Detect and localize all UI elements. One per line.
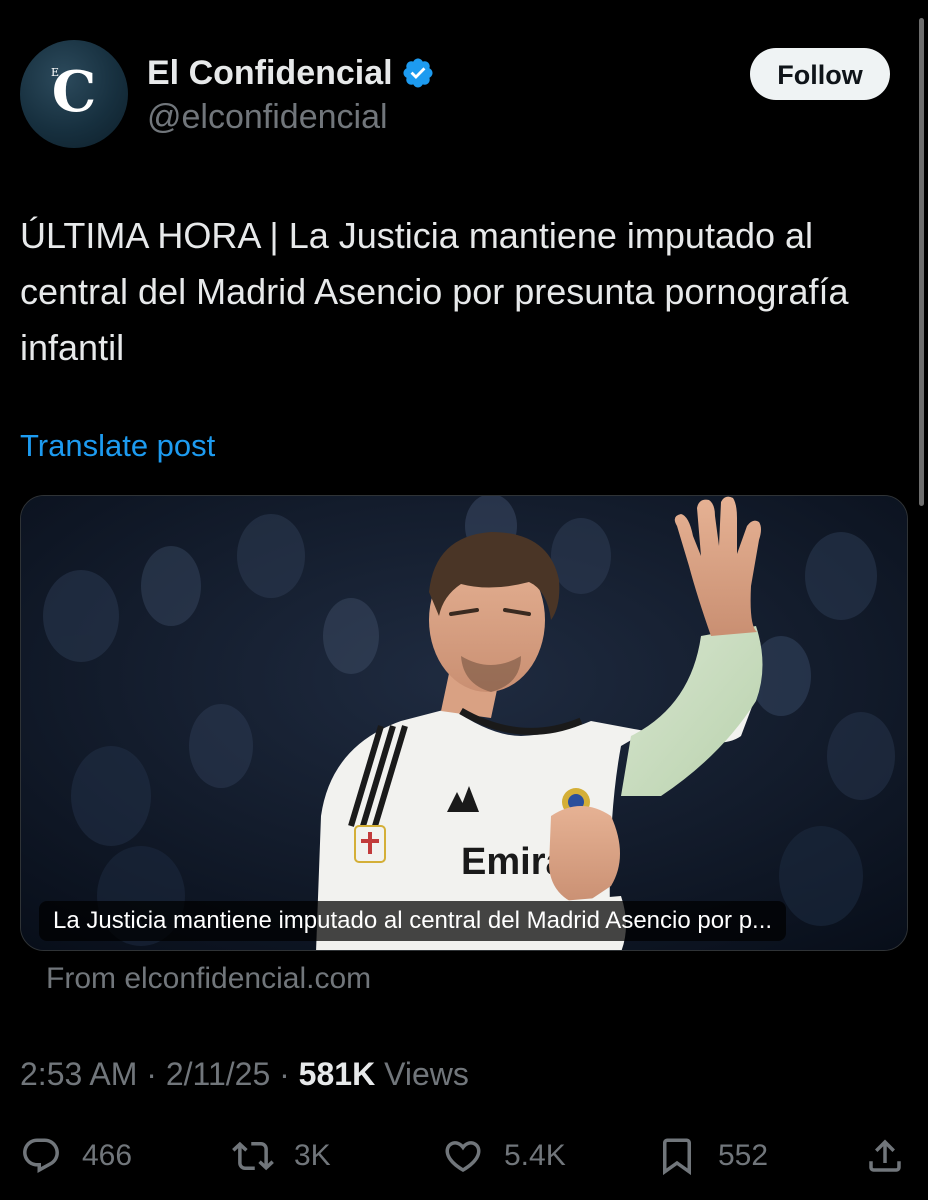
link-card[interactable]: Emira La Justicia mantiene imputado al c… xyxy=(20,495,908,951)
meta-separator: · xyxy=(146,1056,157,1092)
avatar-letter: C xyxy=(51,59,97,125)
share-icon xyxy=(869,1139,901,1172)
views-label: Views xyxy=(384,1056,469,1092)
reply-icon xyxy=(23,1138,59,1173)
card-source-domain[interactable]: From elconfidencial.com xyxy=(46,962,371,996)
views-count: 581K xyxy=(298,1056,376,1092)
card-image: Emira xyxy=(21,496,907,950)
display-name-row: El Confidencial xyxy=(147,52,435,94)
action-bar: 466 3K 5.4K 552 xyxy=(0,1128,928,1184)
post-header: E C El Confidencial @elconfidencial Foll… xyxy=(20,40,892,150)
display-name[interactable]: El Confidencial xyxy=(147,54,393,93)
avatar[interactable]: E C xyxy=(20,40,128,148)
handle[interactable]: @elconfidencial xyxy=(147,98,388,137)
repost-button[interactable]: 3K xyxy=(232,1128,331,1184)
post-time[interactable]: 2:53 AM xyxy=(20,1056,137,1092)
card-caption: La Justicia mantiene imputado al central… xyxy=(39,901,787,941)
like-count: 5.4K xyxy=(504,1139,566,1172)
bookmark-button[interactable]: 552 xyxy=(656,1128,768,1184)
translate-post-link[interactable]: Translate post xyxy=(20,428,215,464)
repost-icon xyxy=(232,1141,274,1171)
repost-count: 3K xyxy=(294,1139,331,1172)
post-meta: 2:53 AM · 2/11/25 · 581K Views xyxy=(20,1056,469,1093)
bookmark-count: 552 xyxy=(718,1139,769,1172)
post-text: ÚLTIMA HORA | La Justicia mantiene imput… xyxy=(20,215,849,368)
follow-button[interactable]: Follow xyxy=(750,48,890,100)
reply-button[interactable]: 466 xyxy=(20,1128,132,1184)
bookmark-icon xyxy=(663,1138,691,1176)
reply-count: 466 xyxy=(82,1139,133,1172)
meta-separator: · xyxy=(279,1056,290,1092)
verified-badge-icon xyxy=(403,58,433,88)
heart-icon xyxy=(445,1141,481,1173)
share-button[interactable] xyxy=(864,1128,906,1184)
like-button[interactable]: 5.4K xyxy=(442,1128,566,1184)
post-date[interactable]: 2/11/25 xyxy=(166,1056,270,1092)
scrollbar[interactable] xyxy=(919,18,924,506)
